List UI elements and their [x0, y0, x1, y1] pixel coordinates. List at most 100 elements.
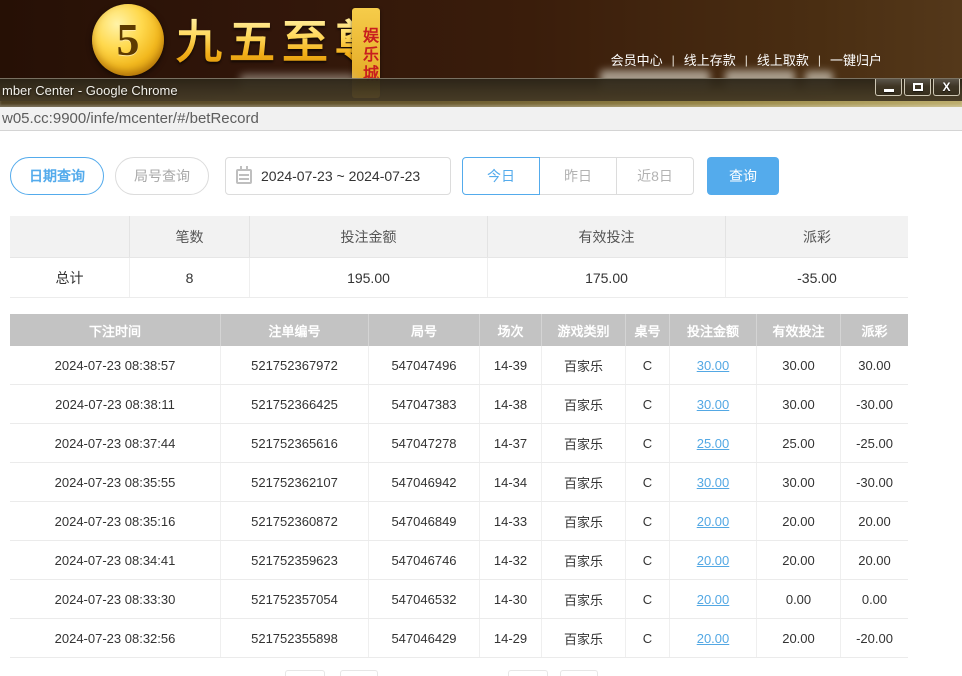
round-id-cell: 547046532	[369, 580, 480, 618]
table-row: 2024-07-23 08:35:16 521752360872 5470468…	[10, 502, 908, 541]
brand-coin-icon: 5	[92, 4, 164, 76]
valid-bet-cell: 30.00	[757, 463, 841, 501]
summary-payout: -35.00	[726, 258, 908, 297]
bet-amount-link[interactable]: 30.00	[697, 358, 730, 373]
nav-deposit[interactable]: 线上存款	[684, 50, 736, 69]
maximize-button[interactable]	[904, 79, 931, 96]
window-titlebar[interactable]: mber Center - Google Chrome X	[0, 78, 962, 101]
header-payout: 派彩	[841, 314, 908, 346]
summary-total-label: 总计	[10, 258, 130, 297]
bet-id-cell: 521752359623	[221, 541, 369, 579]
coin-number: 5	[117, 13, 140, 66]
date-query-tab[interactable]: 日期查询	[10, 157, 104, 195]
pagination-button[interactable]	[560, 670, 598, 676]
table-no-cell: C	[626, 619, 670, 657]
table-no-cell: C	[626, 346, 670, 384]
summary-header-valid-bet: 有效投注	[488, 216, 726, 257]
url-bar[interactable]: w05.cc:9900/infe/mcenter/#/betRecord	[0, 107, 962, 131]
bet-id-cell: 521752366425	[221, 385, 369, 423]
payout-cell: -30.00	[841, 385, 908, 423]
bet-amount-link[interactable]: 20.00	[697, 514, 730, 529]
game-type-cell: 百家乐	[542, 541, 626, 579]
header-round-id: 局号	[369, 314, 480, 346]
table-no-cell: C	[626, 385, 670, 423]
summary-count: 8	[130, 258, 250, 297]
pagination-button[interactable]	[285, 670, 325, 676]
minimize-button[interactable]	[875, 79, 902, 96]
payout-cell: 20.00	[841, 541, 908, 579]
summary-header-count: 笔数	[130, 216, 250, 257]
bet-id-cell: 521752360872	[221, 502, 369, 540]
header-bet-id: 注单编号	[221, 314, 369, 346]
bet-time-cell: 2024-07-23 08:33:30	[10, 580, 221, 618]
table-row: 2024-07-23 08:34:41 521752359623 5470467…	[10, 541, 908, 580]
table-no-cell: C	[626, 463, 670, 501]
maximize-icon	[913, 83, 923, 91]
valid-bet-cell: 30.00	[757, 385, 841, 423]
bet-id-cell: 521752357054	[221, 580, 369, 618]
game-type-cell: 百家乐	[542, 619, 626, 657]
search-button[interactable]: 查询	[707, 157, 779, 195]
round-id-cell: 547046429	[369, 619, 480, 657]
header-valid-bet: 有效投注	[757, 314, 841, 346]
summary-header-bet-amount: 投注金额	[250, 216, 488, 257]
nav-one-key-transfer[interactable]: 一键归户	[830, 50, 882, 69]
game-type-cell: 百家乐	[542, 424, 626, 462]
table-row: 2024-07-23 08:37:44 521752365616 5470472…	[10, 424, 908, 463]
bet-amount-link[interactable]: 30.00	[697, 397, 730, 412]
session-cell: 14-34	[480, 463, 542, 501]
table-row: 2024-07-23 08:38:57 521752367972 5470474…	[10, 346, 908, 385]
close-icon: X	[942, 81, 950, 93]
round-id-cell: 547047496	[369, 346, 480, 384]
last-8-days-button[interactable]: 近8日	[616, 157, 694, 195]
session-cell: 14-39	[480, 346, 542, 384]
nav-separator: |	[745, 53, 748, 67]
nav-withdraw[interactable]: 线上取款	[757, 50, 809, 69]
bet-amount-link[interactable]: 20.00	[697, 631, 730, 646]
header-bet-time: 下注时间	[10, 314, 221, 346]
table-no-cell: C	[626, 580, 670, 618]
bet-record-table: 下注时间 注单编号 局号 场次 游戏类别 桌号 投注金额 有效投注 派彩 202…	[10, 314, 908, 658]
round-id-cell: 547047278	[369, 424, 480, 462]
close-button[interactable]: X	[933, 79, 960, 96]
session-cell: 14-38	[480, 385, 542, 423]
payout-cell: -20.00	[841, 619, 908, 657]
bet-id-cell: 521752365616	[221, 424, 369, 462]
table-no-cell: C	[626, 502, 670, 540]
game-type-cell: 百家乐	[542, 580, 626, 618]
bet-amount-link[interactable]: 25.00	[697, 436, 730, 451]
round-query-tab[interactable]: 局号查询	[115, 157, 209, 195]
payout-cell: 20.00	[841, 502, 908, 540]
bet-record-page: 日期查询 局号查询 2024-07-23 ~ 2024-07-23 今日 昨日 …	[0, 131, 962, 676]
session-cell: 14-30	[480, 580, 542, 618]
bet-amount-link[interactable]: 20.00	[697, 592, 730, 607]
summary-header-payout: 派彩	[726, 216, 908, 257]
window-title: mber Center - Google Chrome	[2, 83, 178, 98]
summary-valid-bet: 175.00	[488, 258, 726, 297]
header-table-no: 桌号	[626, 314, 670, 346]
payout-cell: 30.00	[841, 346, 908, 384]
header-bet-amount: 投注金额	[670, 314, 757, 346]
table-row: 2024-07-23 08:35:55 521752362107 5470469…	[10, 463, 908, 502]
round-id-cell: 547046942	[369, 463, 480, 501]
session-cell: 14-33	[480, 502, 542, 540]
header-session: 场次	[480, 314, 542, 346]
pagination-button[interactable]	[508, 670, 548, 676]
summary-header-blank	[10, 216, 130, 257]
filter-toolbar: 日期查询 局号查询 2024-07-23 ~ 2024-07-23 今日 昨日 …	[10, 157, 962, 195]
bet-amount-link[interactable]: 30.00	[697, 475, 730, 490]
pagination-button[interactable]	[340, 670, 378, 676]
game-type-cell: 百家乐	[542, 463, 626, 501]
yesterday-button[interactable]: 昨日	[539, 157, 617, 195]
payout-cell: -25.00	[841, 424, 908, 462]
bet-table-body: 2024-07-23 08:38:57 521752367972 5470474…	[10, 346, 908, 658]
valid-bet-cell: 0.00	[757, 580, 841, 618]
nav-member-center[interactable]: 会员中心	[611, 50, 663, 69]
session-cell: 14-37	[480, 424, 542, 462]
bet-amount-link[interactable]: 20.00	[697, 553, 730, 568]
today-button[interactable]: 今日	[462, 157, 540, 195]
session-cell: 14-29	[480, 619, 542, 657]
nav-separator: |	[672, 53, 675, 67]
minimize-icon	[884, 89, 894, 92]
date-range-input[interactable]: 2024-07-23 ~ 2024-07-23	[225, 157, 451, 195]
